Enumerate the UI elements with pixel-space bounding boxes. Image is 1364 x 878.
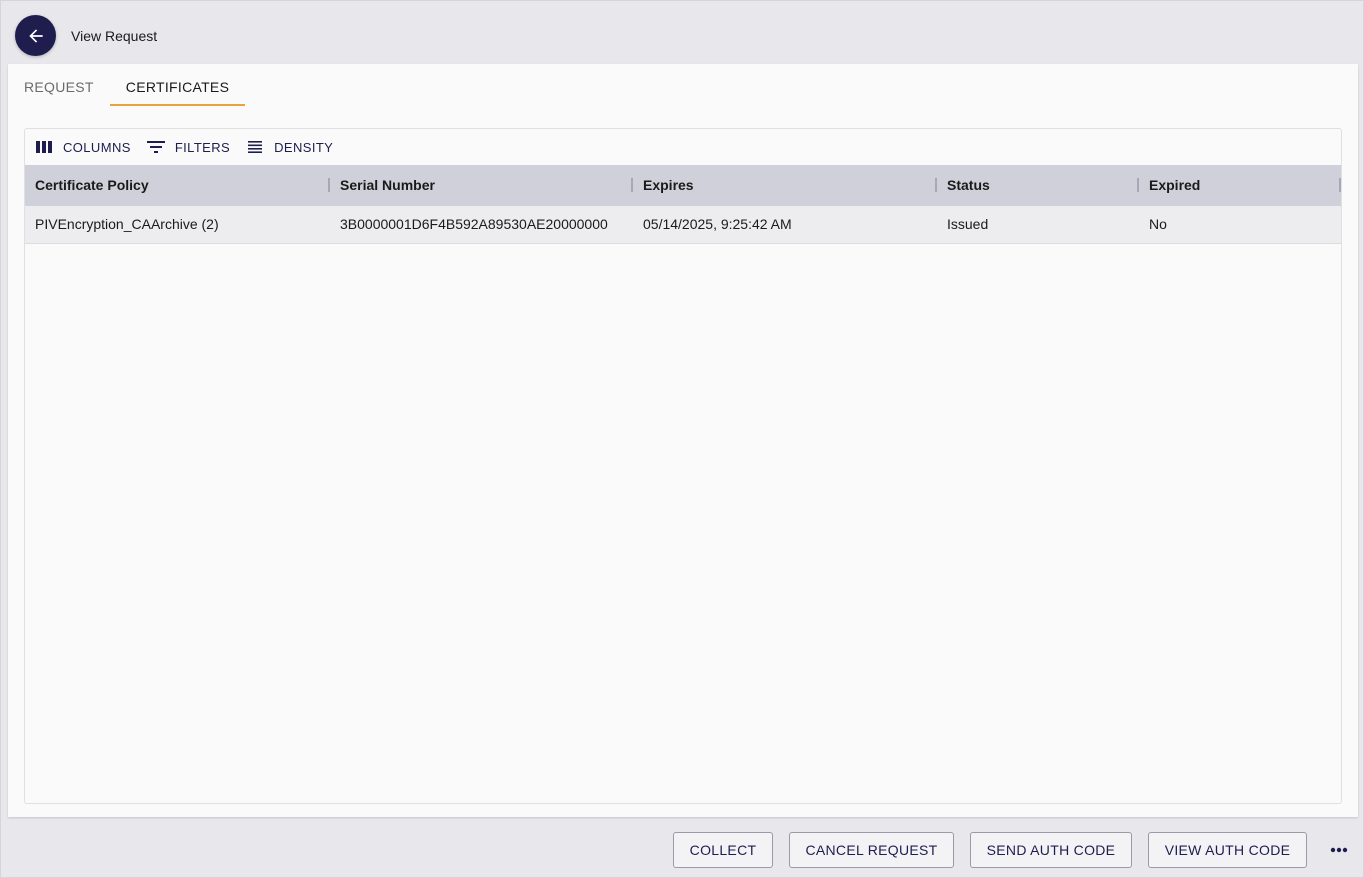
action-footer: COLLECT CANCEL REQUEST SEND AUTH CODE VI… [1,819,1363,877]
more-horizontal-icon [1330,847,1348,853]
column-header-label: Certificate Policy [35,177,149,193]
send-auth-code-button[interactable]: SEND AUTH CODE [970,832,1132,868]
tab-request[interactable]: REQUEST [8,64,110,106]
column-header-label: Status [947,177,990,193]
more-options-button[interactable] [1327,839,1351,861]
back-button[interactable] [15,15,56,56]
column-header-expires[interactable]: Expires [633,165,937,206]
page-title: View Request [71,28,158,44]
cell-serial-number: 3B0000001D6F4B592A89530AE20000000 [340,216,608,232]
column-header-certificate-policy[interactable]: Certificate Policy [25,165,330,206]
app-frame: View Request REQUEST CERTIFICATES COLUMN… [0,0,1364,878]
column-separator[interactable] [1339,178,1341,192]
cell-status: Issued [947,216,989,232]
column-header-serial-number[interactable]: Serial Number [330,165,633,206]
column-header-label: Serial Number [340,177,435,193]
table-row[interactable]: PIVEncryption_CAArchive (2) 3B0000001D6F… [25,206,1341,244]
top-bar: View Request [1,1,1363,63]
filter-icon [145,141,167,153]
column-header-label: Expires [643,177,694,193]
density-icon [244,141,266,153]
certificates-grid: COLUMNS FILTERS DENSITY Certificate Poli… [24,128,1342,804]
column-header-label: Expired [1149,177,1201,193]
cell-expired: No [1149,216,1167,232]
density-label: DENSITY [274,139,334,155]
filters-button[interactable]: FILTERS [143,132,238,162]
tab-certificates[interactable]: CERTIFICATES [109,64,246,106]
filters-label: FILTERS [174,139,231,155]
cancel-request-button[interactable]: CANCEL REQUEST [789,832,954,868]
arrow-left-icon [28,28,43,43]
view-auth-code-button[interactable]: VIEW AUTH CODE [1148,832,1307,868]
columns-label: COLUMNS [63,139,131,155]
cell-expires: 05/14/2025, 9:25:42 AM [643,216,792,232]
columns-icon [33,141,55,153]
grid-toolbar: COLUMNS FILTERS DENSITY [25,129,1341,165]
column-header-expired[interactable]: Expired [1139,165,1341,206]
cell-certificate-policy: PIVEncryption_CAArchive (2) [35,216,219,232]
table-header: Certificate Policy Serial Number Expires… [25,165,1341,206]
collect-button[interactable]: COLLECT [673,832,773,868]
density-button[interactable]: DENSITY [242,132,341,162]
tab-bar: REQUEST CERTIFICATES [8,64,246,106]
columns-button[interactable]: COLUMNS [31,132,139,162]
column-header-status[interactable]: Status [937,165,1139,206]
content-card: REQUEST CERTIFICATES COLUMNS FILTERS DEN… [8,64,1358,817]
